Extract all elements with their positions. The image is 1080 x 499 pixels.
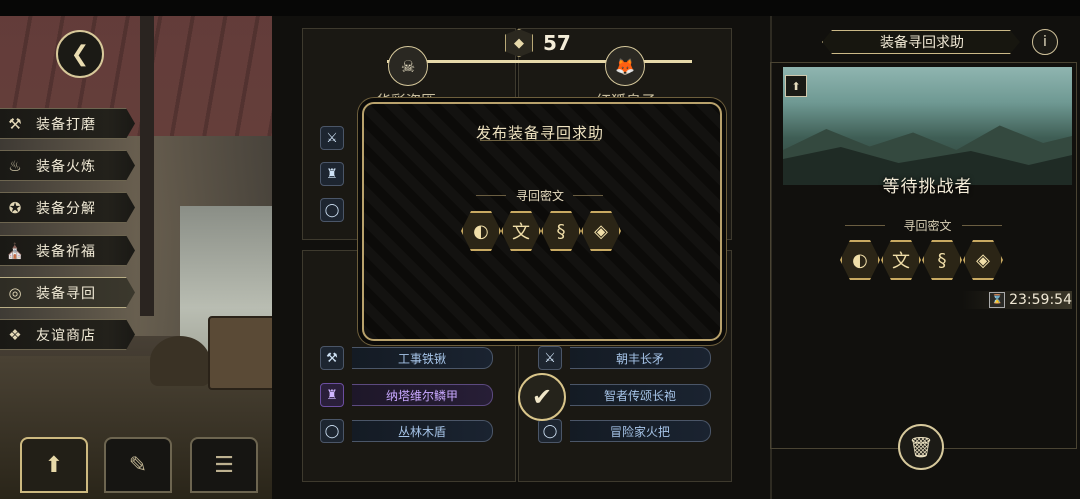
challenge-count: ◆ 57	[505, 28, 571, 58]
bottom-tab-feather[interactable]: ✎	[104, 437, 172, 493]
trash-button[interactable]: 🗑	[898, 424, 944, 470]
bottom-tab-upload[interactable]: ⬆	[20, 437, 88, 493]
hourglass-icon: ⌛	[989, 292, 1006, 308]
sack-decor	[150, 336, 210, 386]
hammer-icon: ⚒	[8, 114, 22, 133]
divider	[962, 225, 1002, 226]
countdown-timer: ⌛ 23:59:54	[962, 291, 1072, 309]
selected-check-button[interactable]: ✔	[518, 373, 566, 421]
landscape-image: ⬆	[783, 67, 1072, 185]
menu-item-5[interactable]: ❖ 友谊商店	[0, 319, 135, 350]
menu-item-label: 装备分解	[36, 200, 96, 217]
menu-item-4[interactable]: ◎ 装备寻回	[0, 277, 135, 308]
feather-icon: ✎	[128, 452, 148, 478]
item-label: 纳塔维尔鳞甲	[352, 384, 493, 406]
list-item[interactable]: ⚒ 工事铁锹	[320, 346, 493, 370]
menu-item-0[interactable]: ⚒ 装备打磨	[0, 108, 135, 139]
item-label: 冒险家火把	[570, 420, 711, 442]
beam-decor	[140, 16, 154, 316]
upload-icon: ⬆	[44, 452, 64, 478]
right-panel-title: 装备寻回求助	[822, 30, 1020, 54]
shovel-icon: ⚒	[320, 346, 344, 370]
list-item[interactable]: ◯ 冒险家火把	[538, 419, 711, 443]
menu-item-3[interactable]: ⛪ 装备祈福	[0, 235, 135, 266]
upload-icon[interactable]: ⬆	[785, 75, 807, 97]
menu-item-label: 装备火炼	[36, 158, 96, 175]
modal-title-divider	[480, 140, 600, 141]
menu-item-label: 装备打磨	[36, 116, 96, 133]
list-item[interactable]: ⚔ 朝丰长矛	[538, 346, 711, 370]
fox-prince-portrait-icon[interactable]: 🦊	[605, 46, 645, 86]
list-item[interactable]: ◯ 丛林木盾	[320, 419, 493, 443]
back-arrow-icon: ❮	[70, 41, 90, 67]
timer-value: 23:59:54	[1009, 292, 1072, 308]
retrieve-icon: ◎	[8, 283, 22, 302]
divider	[573, 195, 603, 196]
fox-icon: ❖	[8, 325, 22, 344]
list-icon: ☰	[214, 452, 234, 478]
ring-icon[interactable]: ◯	[320, 198, 344, 222]
trash-icon: 🗑	[908, 435, 934, 459]
list-item[interactable]: ♜ 纳塔维尔鳞甲	[320, 383, 493, 407]
item-label: 丛林木盾	[352, 420, 493, 442]
checkmark-icon: ✔	[531, 383, 553, 411]
info-icon[interactable]: i	[1032, 29, 1058, 55]
top-bar	[0, 0, 1080, 16]
pray-icon: ⛪	[5, 241, 25, 260]
spear-icon: ⚔	[538, 346, 562, 370]
back-button[interactable]: ❮	[56, 30, 104, 78]
status-text: 等待挑战者	[882, 177, 973, 197]
item-label: 朝丰长矛	[570, 347, 711, 369]
hex-badge-icon: ◆	[505, 29, 533, 57]
bottom-tab-list[interactable]: ☰	[190, 437, 258, 493]
menu-item-label: 友谊商店	[36, 327, 96, 344]
right-cipher-label: 寻回密文	[903, 219, 952, 233]
modal-cipher-label: 寻回密文	[515, 189, 564, 203]
menu-item-1[interactable]: ♨ 装备火炼	[0, 150, 135, 181]
menu-item-label: 装备祈福	[36, 243, 96, 260]
armor-icon[interactable]: ♜	[320, 162, 344, 186]
count-value: 57	[543, 31, 571, 55]
ring-icon: ◯	[320, 419, 344, 443]
item-label: 智者传颂长袍	[570, 384, 711, 406]
torch-icon: ◯	[538, 419, 562, 443]
menu-item-2[interactable]: ✪ 装备分解	[0, 192, 135, 223]
crate-decor	[208, 316, 272, 390]
bandit-portrait-icon[interactable]: ☠	[388, 46, 428, 86]
progress-line	[387, 60, 692, 63]
armor-icon: ♜	[320, 383, 344, 407]
menu-item-label: 装备寻回	[36, 285, 96, 302]
flame-icon: ♨	[8, 156, 22, 175]
item-label: 工事铁锹	[352, 347, 493, 369]
disassemble-icon: ✪	[8, 198, 22, 217]
sword-icon[interactable]: ⚔	[320, 126, 344, 150]
